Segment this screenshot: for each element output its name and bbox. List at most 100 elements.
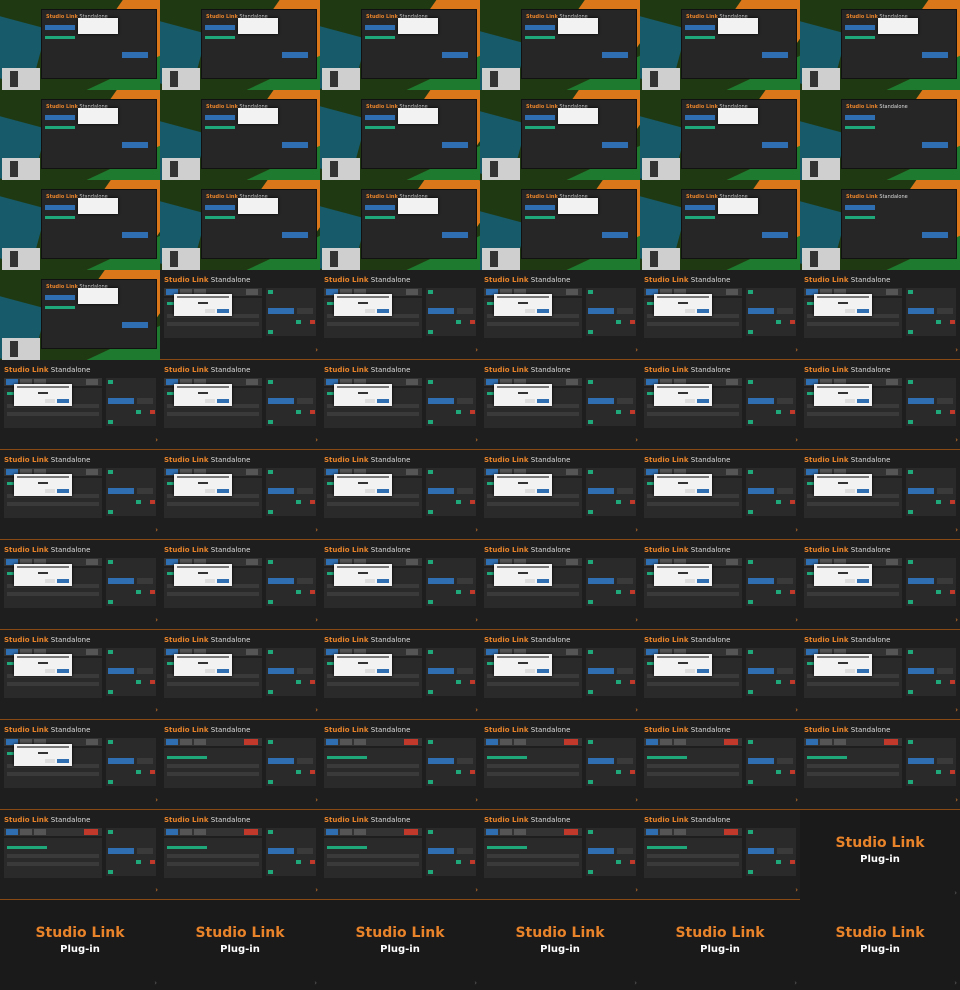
toggle-off[interactable] bbox=[790, 320, 795, 324]
dial-button[interactable] bbox=[617, 308, 633, 314]
call-button[interactable] bbox=[428, 578, 454, 584]
dialog-cancel-button[interactable] bbox=[845, 399, 855, 403]
call-button[interactable] bbox=[108, 758, 134, 764]
chevron-right-icon[interactable]: › bbox=[155, 886, 158, 894]
toggle-off[interactable] bbox=[150, 410, 155, 414]
toggle-on[interactable] bbox=[296, 320, 301, 324]
tab-active[interactable] bbox=[166, 829, 178, 835]
tab-active[interactable] bbox=[806, 739, 818, 745]
toggle-off[interactable] bbox=[310, 590, 315, 594]
toggle-on[interactable] bbox=[456, 680, 461, 684]
toggle-on[interactable] bbox=[776, 680, 781, 684]
call-button[interactable] bbox=[428, 758, 454, 764]
dialog-cancel-button[interactable] bbox=[845, 579, 855, 583]
dialog-cancel-button[interactable] bbox=[45, 399, 55, 403]
tab-item[interactable] bbox=[340, 829, 352, 835]
chevron-right-icon[interactable]: › bbox=[635, 796, 638, 804]
tab-active[interactable] bbox=[685, 115, 715, 120]
call-button[interactable] bbox=[108, 398, 134, 404]
chevron-right-icon[interactable]: › bbox=[155, 796, 158, 804]
hangup-tab[interactable] bbox=[244, 739, 258, 745]
chevron-right-icon[interactable]: › bbox=[795, 796, 798, 804]
toggle-on[interactable] bbox=[136, 860, 141, 864]
tab-item[interactable] bbox=[820, 739, 832, 745]
toggle-off[interactable] bbox=[470, 410, 475, 414]
tab-active[interactable] bbox=[525, 115, 555, 120]
toggle-on[interactable] bbox=[776, 860, 781, 864]
toggle-on[interactable] bbox=[296, 590, 301, 594]
chevron-right-icon[interactable]: › bbox=[955, 436, 958, 444]
dialog-ok-button[interactable] bbox=[57, 669, 69, 673]
chevron-right-icon[interactable]: › bbox=[955, 526, 958, 534]
tab-item[interactable] bbox=[354, 739, 366, 745]
toggle-off[interactable] bbox=[150, 680, 155, 684]
toggle-off[interactable] bbox=[630, 500, 635, 504]
tab-active[interactable] bbox=[166, 739, 178, 745]
call-button[interactable] bbox=[268, 668, 294, 674]
dialog-ok-button[interactable] bbox=[377, 309, 389, 313]
dial-button[interactable] bbox=[297, 758, 313, 764]
call-button[interactable] bbox=[268, 308, 294, 314]
call-button[interactable] bbox=[908, 308, 934, 314]
chevron-right-icon[interactable]: › bbox=[635, 436, 638, 444]
tab-active[interactable] bbox=[205, 25, 235, 30]
tab-item[interactable] bbox=[86, 379, 98, 385]
dialog-ok-button[interactable] bbox=[537, 669, 549, 673]
tab-active[interactable] bbox=[845, 25, 875, 30]
dialog-cancel-button[interactable] bbox=[845, 669, 855, 673]
chevron-right-icon[interactable]: › bbox=[315, 796, 318, 804]
chevron-right-icon[interactable]: › bbox=[475, 886, 478, 894]
dialog-cancel-button[interactable] bbox=[525, 489, 535, 493]
tab-item[interactable] bbox=[886, 469, 898, 475]
toggle-on[interactable] bbox=[776, 320, 781, 324]
call-button[interactable] bbox=[282, 142, 308, 148]
tab-active[interactable] bbox=[486, 739, 498, 745]
call-button[interactable] bbox=[748, 848, 774, 854]
tab-active[interactable] bbox=[646, 829, 658, 835]
dialog-cancel-button[interactable] bbox=[845, 489, 855, 493]
dialog-ok-button[interactable] bbox=[377, 579, 389, 583]
tab-item[interactable] bbox=[194, 739, 206, 745]
toggle-off[interactable] bbox=[950, 500, 955, 504]
toggle-on[interactable] bbox=[776, 770, 781, 774]
dial-button[interactable] bbox=[617, 848, 633, 854]
dial-button[interactable] bbox=[457, 848, 473, 854]
toggle-off[interactable] bbox=[790, 410, 795, 414]
toggle-off[interactable] bbox=[790, 500, 795, 504]
toggle-on[interactable] bbox=[616, 680, 621, 684]
tab-item[interactable] bbox=[86, 469, 98, 475]
dialog-ok-button[interactable] bbox=[857, 489, 869, 493]
dialog-ok-button[interactable] bbox=[697, 399, 709, 403]
dial-button[interactable] bbox=[617, 668, 633, 674]
toggle-off[interactable] bbox=[950, 680, 955, 684]
chevron-right-icon[interactable]: › bbox=[795, 526, 798, 534]
dialog-ok-button[interactable] bbox=[217, 399, 229, 403]
chevron-right-icon[interactable]: › bbox=[315, 526, 318, 534]
tab-item[interactable] bbox=[246, 649, 258, 655]
dial-button[interactable] bbox=[297, 848, 313, 854]
toggle-on[interactable] bbox=[616, 500, 621, 504]
toggle-on[interactable] bbox=[616, 410, 621, 414]
tab-active[interactable] bbox=[45, 295, 75, 300]
call-button[interactable] bbox=[748, 578, 774, 584]
tab-active[interactable] bbox=[45, 25, 75, 30]
toggle-off[interactable] bbox=[790, 590, 795, 594]
call-button[interactable] bbox=[108, 578, 134, 584]
dial-button[interactable] bbox=[777, 488, 793, 494]
tab-item[interactable] bbox=[834, 739, 846, 745]
chevron-right-icon[interactable]: › bbox=[795, 616, 798, 624]
tab-item[interactable] bbox=[886, 649, 898, 655]
chevron-right-icon[interactable]: › bbox=[635, 886, 638, 894]
toggle-off[interactable] bbox=[630, 410, 635, 414]
toggle-off[interactable] bbox=[630, 680, 635, 684]
dial-button[interactable] bbox=[297, 398, 313, 404]
toggle-on[interactable] bbox=[456, 320, 461, 324]
chevron-right-icon[interactable]: › bbox=[315, 616, 318, 624]
dialog-ok-button[interactable] bbox=[537, 309, 549, 313]
tab-item[interactable] bbox=[86, 739, 98, 745]
toggle-on[interactable] bbox=[776, 410, 781, 414]
tab-item[interactable] bbox=[354, 829, 366, 835]
tab-item[interactable] bbox=[886, 289, 898, 295]
dialog-cancel-button[interactable] bbox=[365, 309, 375, 313]
call-button[interactable] bbox=[442, 142, 468, 148]
